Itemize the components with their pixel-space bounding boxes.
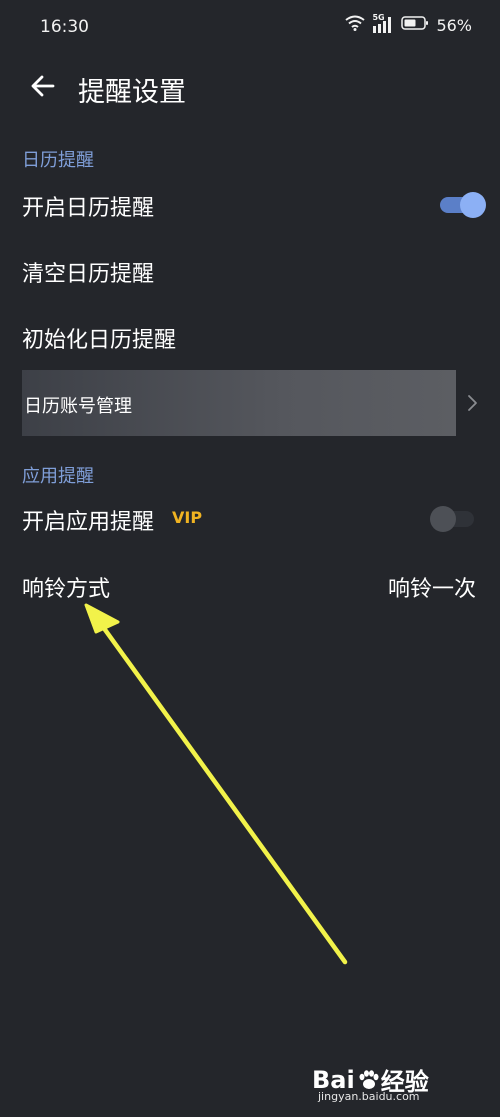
page-title: 提醒设置 — [78, 77, 186, 108]
status-time: 16:30 — [40, 17, 89, 37]
toggle-knob — [430, 506, 456, 532]
calendar-reminder-toggle[interactable] — [440, 192, 486, 218]
clear-calendar-reminders-row[interactable]: 清空日历提醒 — [0, 242, 500, 300]
toggle-knob — [460, 192, 486, 218]
chevron-right-icon[interactable] — [466, 394, 478, 416]
watermark-url: jingyan.baidu.com — [318, 1090, 420, 1103]
app-header: 提醒设置 — [0, 58, 500, 118]
section-label-app: 应用提醒 — [22, 466, 94, 487]
calendar-account-management-row[interactable]: 日历账号管理 — [22, 370, 456, 436]
battery-icon — [401, 15, 429, 35]
reset-calendar-reminders-label: 初始化日历提醒 — [22, 328, 177, 353]
app-reminder-toggle[interactable] — [430, 506, 474, 532]
clear-calendar-reminders-label: 清空日历提醒 — [22, 262, 155, 287]
back-arrow-icon — [29, 74, 55, 102]
enable-calendar-reminder-row[interactable]: 开启日历提醒 — [0, 176, 500, 234]
enable-calendar-reminder-label: 开启日历提醒 — [22, 196, 155, 221]
status-bar: 16:30 5G 56% — [0, 0, 500, 58]
wifi-icon — [345, 15, 366, 35]
watermark: Bai 经验 jingyan.baidu.com — [312, 1062, 462, 1107]
section-label-calendar: 日历提醒 — [22, 150, 94, 171]
status-icons: 5G 56% — [345, 13, 472, 35]
reset-calendar-reminders-row[interactable]: 初始化日历提醒 — [0, 308, 500, 366]
calendar-account-management-label: 日历账号管理 — [24, 396, 132, 417]
ring-mode-value: 响铃一次 — [387, 577, 476, 602]
cellular-signal-icon: 5G — [372, 13, 394, 34]
back-button[interactable] — [24, 70, 60, 106]
ring-mode-row[interactable]: 响铃方式 响铃一次 — [0, 557, 500, 615]
paw-icon — [357, 1069, 379, 1091]
enable-app-reminder-row[interactable]: 开启应用提醒 VIP — [0, 490, 500, 548]
ring-mode-label: 响铃方式 — [22, 577, 111, 602]
vip-badge: VIP — [172, 508, 203, 527]
enable-app-reminder-label: 开启应用提醒 — [22, 510, 155, 535]
battery-percentage: 56% — [436, 15, 472, 35]
